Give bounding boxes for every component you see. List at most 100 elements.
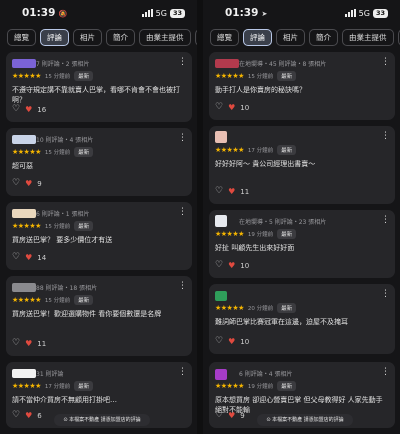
like-button[interactable]: ♡ <box>12 339 20 348</box>
tab-reviews[interactable]: 評論 <box>243 28 272 46</box>
like-count: 6 <box>37 411 42 420</box>
review-text: 動手打人是你賣房的秘訣嗎？ <box>215 86 306 94</box>
avatar[interactable] <box>215 59 239 68</box>
avatar[interactable] <box>215 131 227 143</box>
avatar[interactable] <box>12 369 36 378</box>
more-options-icon[interactable]: ⋮ <box>381 290 390 299</box>
tab-from-owner[interactable]: 由業主提供 <box>342 28 394 46</box>
review-card: ⋮ ★★★★★ 20 分鐘前 最新 難詞師巴掌比賽冠軍在這邊，迫屋不及掩耳 ♡ … <box>209 284 395 354</box>
like-count: 11 <box>37 339 47 348</box>
avatar[interactable] <box>12 135 36 144</box>
tab-reviews[interactable]: 評論 <box>40 28 69 46</box>
like-button[interactable]: ♡ <box>215 261 223 270</box>
location-icon: ➤ <box>261 10 268 18</box>
status-right: 5G 33 <box>344 8 388 18</box>
review-actions: ♡ ♥ 10 <box>215 261 249 270</box>
review-date: 19 分鐘前 <box>247 384 274 390</box>
rating-row: ★★★★★ 15 分鐘前 最新 <box>12 295 94 305</box>
reviewer-meta: 88 則評論・18 張相片 <box>36 285 98 292</box>
newest-badge: 最新 <box>277 229 297 239</box>
tab-overview[interactable]: 總覽 <box>210 28 239 46</box>
avatar[interactable] <box>215 369 227 380</box>
more-options-icon[interactable]: ⋮ <box>381 58 390 67</box>
like-count: 16 <box>37 105 47 114</box>
like-button[interactable]: ♡ <box>12 105 20 114</box>
avatar[interactable] <box>215 215 227 227</box>
review-actions: ♡ ♥ 16 <box>12 105 46 114</box>
like-button[interactable]: ♡ <box>215 103 223 112</box>
reviewer-meta: 31 則評論 <box>36 371 64 378</box>
info-toast[interactable]: ⊙ 本檔案不動產 請憑加盟店的評論 <box>54 414 150 426</box>
avatar[interactable] <box>12 283 36 292</box>
reviewer-meta: 在地嚮導・5 則評論・23 張相片 <box>239 219 327 226</box>
review-actions: ♡ ♥ 11 <box>215 187 249 196</box>
battery-icon: 33 <box>372 8 388 18</box>
star-rating: ★★★★★ <box>12 148 41 156</box>
star-rating: ★★★★★ <box>12 72 41 80</box>
review-date: 17 分鐘前 <box>247 148 274 154</box>
review-date: 15 分鐘前 <box>247 74 274 80</box>
newest-badge: 最新 <box>74 147 94 157</box>
more-options-icon[interactable]: ⋮ <box>178 208 187 217</box>
more-options-icon[interactable]: ⋮ <box>178 368 187 377</box>
review-actions: ♡ ♥ 10 <box>215 337 249 346</box>
review-text: 好扯 叫顧先生出來好好面 <box>215 244 295 252</box>
tab-bar: 總覽 評論 相片 簡介 由業主提供 服務 <box>0 26 197 48</box>
tab-about[interactable]: 簡介 <box>106 28 135 46</box>
more-options-icon[interactable]: ⋮ <box>178 134 187 143</box>
status-right: 5G 33 <box>141 8 185 18</box>
review-date: 15 分鐘前 <box>44 298 71 304</box>
review-date: 19 分鐘前 <box>247 232 274 238</box>
review-date: 15 分鐘前 <box>44 224 71 230</box>
like-button[interactable]: ♡ <box>215 337 223 346</box>
star-rating: ★★★★★ <box>215 146 244 154</box>
review-actions: ♡ ♥ 9 <box>215 411 245 420</box>
tab-from-owner[interactable]: 由業主提供 <box>139 28 191 46</box>
tab-overview[interactable]: 總覽 <box>7 28 36 46</box>
reviewer-meta: 6 則評論・1 張相片 <box>36 211 90 218</box>
tab-photos[interactable]: 相片 <box>276 28 305 46</box>
avatar[interactable] <box>12 209 36 218</box>
review-actions: ♡ ♥ 6 <box>12 411 42 420</box>
avatar[interactable] <box>215 291 227 301</box>
review-actions: ♡ ♥ 10 <box>215 103 249 112</box>
tab-bar: 總覽 評論 相片 簡介 由業主提供 服務 <box>203 26 400 48</box>
like-count: 14 <box>37 253 47 262</box>
rating-row: ★★★★★ 19 分鐘前 最新 <box>215 229 297 239</box>
heart-reaction-icon: ♥ <box>25 338 33 348</box>
like-button[interactable]: ♡ <box>12 253 20 262</box>
star-rating: ★★★★★ <box>12 296 41 304</box>
review-date: 20 分鐘前 <box>247 306 274 312</box>
heart-reaction-icon: ♥ <box>25 104 33 114</box>
newest-badge: 最新 <box>277 303 297 313</box>
review-text: 超可惡 <box>12 162 33 170</box>
more-options-icon[interactable]: ⋮ <box>178 282 187 291</box>
star-rating: ★★★★★ <box>215 72 244 80</box>
avatar[interactable] <box>12 59 36 68</box>
silent-icon: 🔕 <box>58 10 68 18</box>
tab-services[interactable]: 服務 <box>194 28 197 46</box>
heart-reaction-icon: ♥ <box>25 252 33 262</box>
review-actions: ♡ ♥ 11 <box>12 339 46 348</box>
more-options-icon[interactable]: ⋮ <box>381 216 390 225</box>
tab-photos[interactable]: 相片 <box>73 28 102 46</box>
reviewer-meta: 10 則評論・4 張相片 <box>36 137 94 144</box>
like-button[interactable]: ♡ <box>215 187 223 196</box>
newest-badge: 最新 <box>74 221 94 231</box>
like-button[interactable]: ♡ <box>12 411 20 420</box>
review-text: 難詞師巴掌比賽冠軍在這邊，迫屋不及掩耳 <box>215 318 348 326</box>
more-options-icon[interactable]: ⋮ <box>381 132 390 141</box>
status-bar: 01:39 ➤ 5G 33 <box>203 0 400 26</box>
rating-row: ★★★★★ 17 分鐘前 最新 <box>215 145 297 155</box>
more-options-icon[interactable]: ⋮ <box>381 368 390 377</box>
more-options-icon[interactable]: ⋮ <box>178 58 187 67</box>
tab-about[interactable]: 簡介 <box>309 28 338 46</box>
newest-badge: 最新 <box>277 145 297 155</box>
heart-reaction-icon: ♥ <box>228 410 236 420</box>
review-actions: ♡ ♥ 9 <box>12 179 42 188</box>
like-button[interactable]: ♡ <box>12 179 20 188</box>
heart-reaction-icon: ♥ <box>25 178 33 188</box>
info-toast[interactable]: ⊙ 本檔案不動產 請憑加盟店的評論 <box>257 414 353 426</box>
like-button[interactable]: ♡ <box>215 411 223 420</box>
like-count: 9 <box>37 179 42 188</box>
